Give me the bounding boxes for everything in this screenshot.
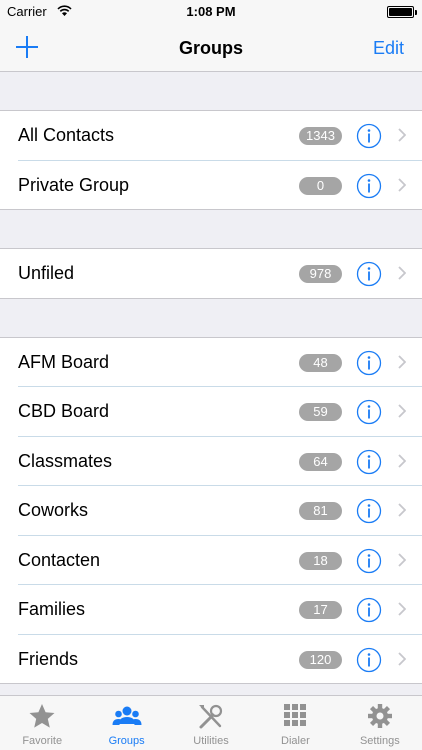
tab-dialer[interactable]: Dialer xyxy=(253,696,337,750)
tab-label: Settings xyxy=(359,735,400,747)
group-name: CBD Board xyxy=(18,401,110,421)
edit-button[interactable]: Edit xyxy=(373,38,404,59)
tab-label: Dialer xyxy=(281,735,310,747)
group-row[interactable]: All Contacts 1343 xyxy=(0,111,422,161)
group-name: Families xyxy=(18,599,86,619)
tools-icon xyxy=(196,702,226,730)
chevron-right-icon xyxy=(398,266,407,280)
group-name: All Contacts xyxy=(18,125,115,145)
info-icon[interactable] xyxy=(356,350,382,376)
page-title: Groups xyxy=(178,38,243,58)
group-row[interactable]: CBD Board 59 xyxy=(0,387,422,437)
section-spacer xyxy=(0,210,422,249)
count-badge: 978 xyxy=(299,265,342,283)
info-icon[interactable] xyxy=(356,173,382,199)
keypad-icon xyxy=(280,702,310,730)
group-row[interactable]: Coworks 81 xyxy=(0,486,422,536)
info-icon[interactable] xyxy=(356,597,382,623)
clock-label: 1:08 PM xyxy=(186,4,236,19)
tab-label: Groups xyxy=(108,735,145,747)
nav-bar: Groups Edit xyxy=(0,24,422,72)
chevron-right-icon xyxy=(398,602,407,616)
count-badge: 17 xyxy=(299,601,342,619)
group-name: Coworks xyxy=(18,500,89,520)
info-icon[interactable] xyxy=(356,647,382,673)
count-badge: 18 xyxy=(299,551,342,570)
info-icon[interactable] xyxy=(356,498,382,524)
group-row[interactable]: Classmates 64 xyxy=(0,436,422,486)
count-badge: 81 xyxy=(299,502,342,520)
group-row[interactable]: AFM Board 48 xyxy=(0,337,422,387)
group-name: AFM Board xyxy=(18,351,110,372)
section-spacer xyxy=(0,298,422,338)
group-row[interactable]: Contacten 18 xyxy=(0,535,422,585)
tab-bar: Favorite Groups Utilities Dialer Settings xyxy=(0,695,422,750)
tab-settings[interactable]: Settings xyxy=(338,696,422,750)
count-badge: 120 xyxy=(299,650,342,669)
section-spacer xyxy=(0,72,422,111)
group-name: Classmates xyxy=(18,450,113,471)
tab-utilities[interactable]: Utilities xyxy=(169,696,253,750)
group-row[interactable]: Unfiled 978 xyxy=(0,249,422,299)
info-icon[interactable] xyxy=(356,399,382,425)
count-badge: 48 xyxy=(299,353,342,372)
tab-groups[interactable]: Groups xyxy=(84,696,168,750)
battery-icon xyxy=(387,6,417,18)
chevron-right-icon xyxy=(398,453,407,468)
group-row[interactable]: Friends 120 xyxy=(0,634,422,684)
group-row[interactable]: Private Group 0 xyxy=(0,160,422,210)
tab-label: Utilities xyxy=(193,735,229,747)
info-icon[interactable] xyxy=(356,548,382,574)
group-name: Contacten xyxy=(18,549,101,570)
tab-label: Favorite xyxy=(22,735,63,747)
info-icon[interactable] xyxy=(356,449,382,475)
chevron-right-icon xyxy=(398,354,407,369)
count-badge: 1343 xyxy=(299,127,342,145)
chevron-right-icon xyxy=(398,651,407,666)
group-row[interactable]: Families 17 xyxy=(0,585,422,635)
group-icon xyxy=(112,702,142,730)
info-icon[interactable] xyxy=(356,123,382,149)
chevron-right-icon xyxy=(398,503,407,517)
status-bar: Carrier 1:08 PM xyxy=(0,0,422,24)
group-name: Friends xyxy=(18,648,79,669)
tab-favorite[interactable]: Favorite xyxy=(0,696,84,750)
group-name: Unfiled xyxy=(18,263,75,283)
chevron-right-icon xyxy=(398,177,407,192)
chevron-right-icon xyxy=(398,128,407,142)
info-icon[interactable] xyxy=(356,261,382,287)
group-name: Private Group xyxy=(18,174,130,195)
group-list: All Contacts 1343 Private Group 0 Unfiled 978… xyxy=(0,72,422,684)
chevron-right-icon xyxy=(398,552,407,567)
count-badge: 0 xyxy=(299,176,342,195)
star-icon xyxy=(27,702,57,730)
count-badge: 59 xyxy=(299,403,342,421)
count-badge: 64 xyxy=(299,452,342,471)
chevron-right-icon xyxy=(398,404,407,418)
gear-icon xyxy=(365,702,395,730)
